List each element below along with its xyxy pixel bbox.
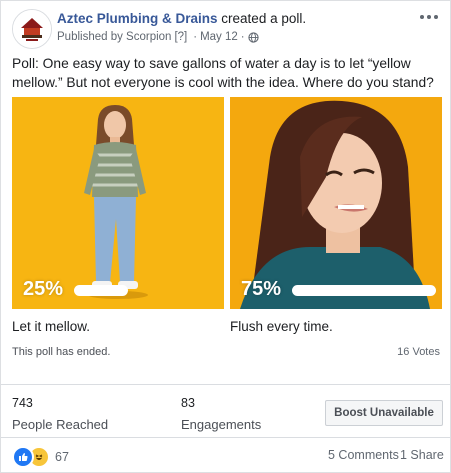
page-name-link[interactable]: Aztec Plumbing & Drains	[57, 11, 218, 26]
like-icon	[12, 446, 34, 468]
shares-link[interactable]: 1 Share	[400, 448, 444, 462]
page-avatar[interactable]	[12, 9, 52, 49]
dot-icon	[420, 15, 424, 19]
dot-icon	[434, 15, 438, 19]
reaction-count: 67	[55, 450, 69, 464]
poll-option-1[interactable]: 25%	[12, 97, 224, 309]
people-reached-stat[interactable]: 743 People Reached	[12, 396, 108, 432]
post-date[interactable]: May 12	[200, 31, 238, 43]
poll-option-percent: 75%	[241, 278, 282, 300]
dot-icon	[427, 15, 431, 19]
reactions-summary[interactable]: 67	[12, 446, 69, 468]
engagements-label: Engagements	[181, 417, 262, 432]
aztec-logo-icon	[13, 10, 51, 48]
post-card: Aztec Plumbing & Drains created a poll. …	[0, 0, 451, 473]
post-text: Poll: One easy way to save gallons of wa…	[12, 56, 434, 90]
post-meta: Published by Scorpion [?] · May 12 ·	[57, 31, 259, 43]
poll-option-2[interactable]: 75%	[230, 97, 442, 309]
people-reached-value: 743	[12, 396, 33, 410]
poll-option-label[interactable]: Flush every time.	[230, 319, 333, 334]
poll-option-percent: 25%	[23, 278, 64, 300]
help-mark[interactable]: [?]	[174, 31, 187, 43]
engagements-stat[interactable]: 83 Engagements	[181, 396, 261, 432]
people-reached-label: People Reached	[12, 417, 109, 432]
vote-count[interactable]: 16 Votes	[397, 346, 440, 358]
post-header: Aztec Plumbing & Drains created a poll. …	[12, 9, 440, 49]
meta-separator-2: ·	[240, 31, 245, 43]
meta-separator: ·	[193, 31, 198, 43]
published-by: Published by Scorpion	[57, 31, 172, 43]
post-action: created a poll.	[221, 11, 307, 26]
poll-option-label[interactable]: Let it mellow.	[12, 319, 90, 334]
more-options-button[interactable]	[418, 9, 440, 25]
boost-button[interactable]: Boost Unavailable	[325, 400, 443, 426]
globe-icon	[248, 31, 259, 43]
section-divider	[1, 384, 450, 385]
comments-link[interactable]: 5 Comments	[328, 448, 399, 462]
poll-status: This poll has ended.	[12, 346, 111, 358]
post-title: Aztec Plumbing & Drains created a poll.	[57, 11, 306, 26]
section-divider	[1, 437, 450, 438]
poll-result-bar	[74, 285, 128, 296]
engagements-value: 83	[181, 396, 195, 410]
poll-result-bar	[292, 285, 436, 296]
